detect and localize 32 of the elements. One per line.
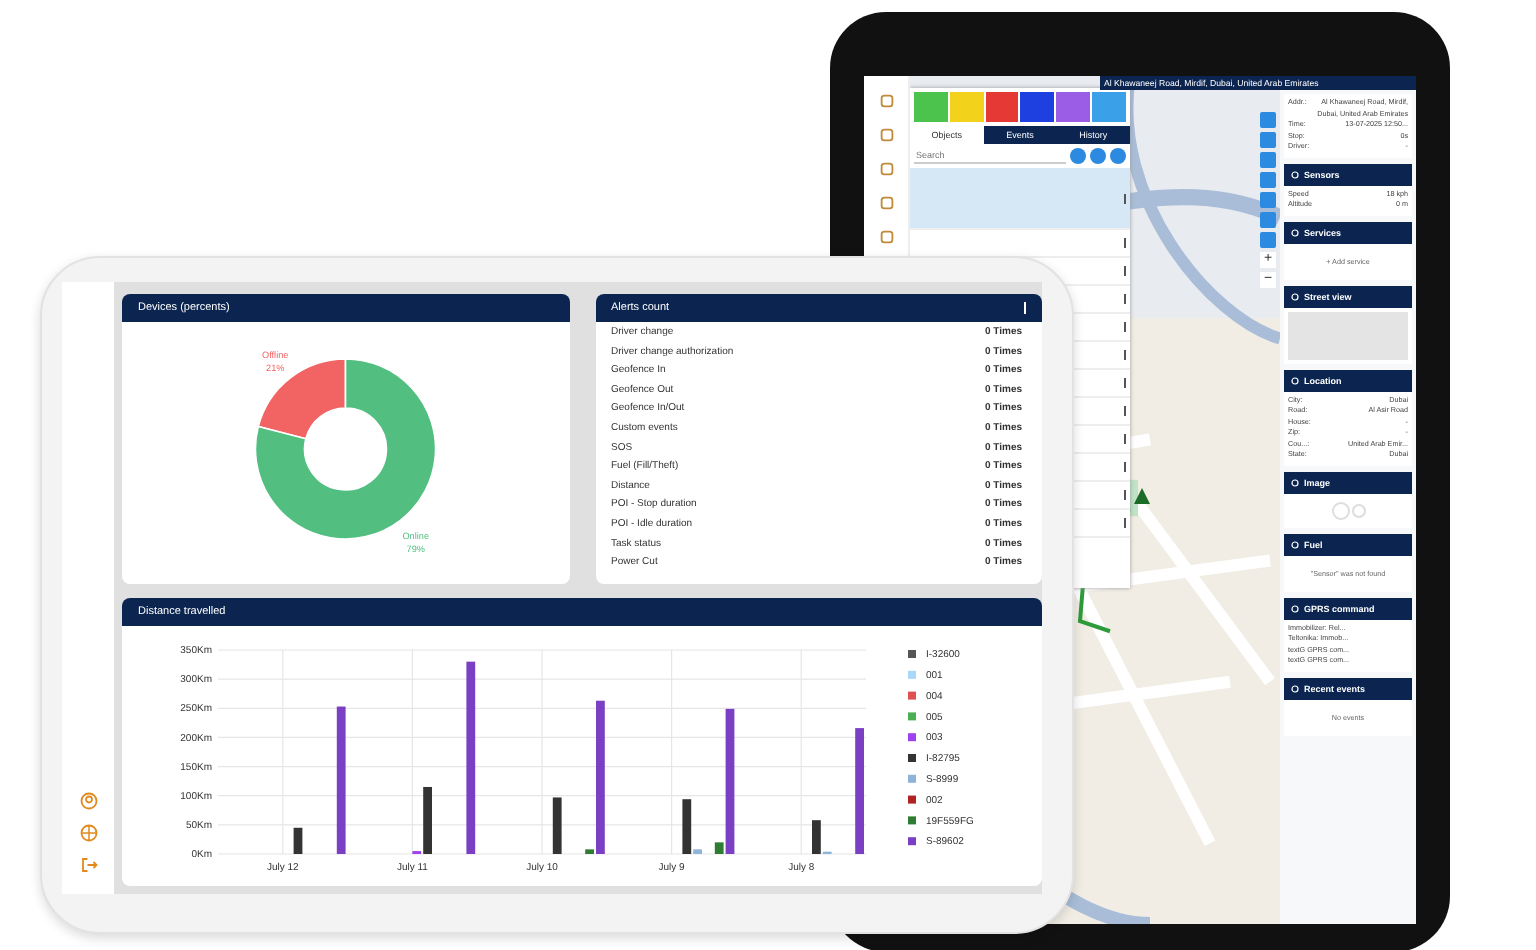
section-icon xyxy=(1290,375,1300,385)
section-icon xyxy=(1290,291,1300,301)
section-icon xyxy=(1290,477,1300,487)
legend-swatch xyxy=(908,774,916,783)
status-tile[interactable] xyxy=(949,92,984,122)
bar xyxy=(552,797,562,854)
bar xyxy=(293,827,303,854)
status-tile[interactable] xyxy=(1020,92,1055,122)
legend-swatch xyxy=(908,712,916,721)
legend-swatch xyxy=(908,691,916,700)
user-icon[interactable] xyxy=(79,792,97,810)
status-tile[interactable] xyxy=(914,92,948,122)
legend-swatch xyxy=(908,816,916,825)
section-icon xyxy=(1290,227,1300,237)
legend-swatch xyxy=(908,670,916,679)
status-tile[interactable] xyxy=(985,92,1019,122)
status-tile[interactable] xyxy=(1092,92,1126,122)
legend-swatch xyxy=(908,650,916,658)
legend-swatch xyxy=(908,795,916,804)
status-tile[interactable] xyxy=(1056,92,1091,122)
logout-icon[interactable] xyxy=(79,856,97,874)
gears-drawing xyxy=(1331,501,1365,519)
street-view-placeholder xyxy=(1288,311,1408,359)
section-icon xyxy=(1290,603,1300,613)
legend-swatch xyxy=(908,754,916,762)
legend-swatch xyxy=(908,733,916,742)
bar xyxy=(855,728,864,854)
section-icon xyxy=(1290,539,1300,549)
legend-swatch xyxy=(908,837,916,846)
section-icon xyxy=(1290,169,1300,179)
section-icon xyxy=(1290,683,1300,693)
globe-icon[interactable] xyxy=(79,824,97,842)
